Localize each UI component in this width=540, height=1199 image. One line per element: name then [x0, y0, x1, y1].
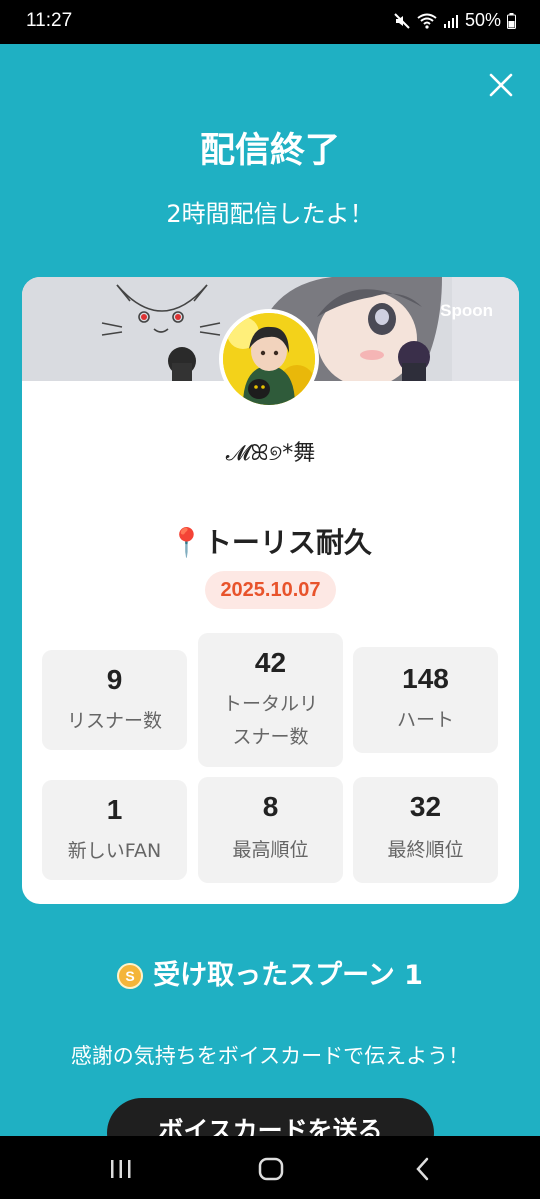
wifi-icon: [417, 13, 437, 29]
stat-value: 8: [262, 791, 279, 822]
stat-listeners: 9 リスナー数: [42, 650, 187, 750]
stat-total-listeners: 42 トータルリ スナー数: [198, 633, 343, 767]
stat-value: 1: [106, 794, 123, 825]
stat-label-line2: スナー数: [232, 726, 309, 748]
streamer-nickname: 𝓜ꕤ୭*舞: [225, 441, 316, 466]
avatar-illustration: [223, 313, 315, 405]
spoon-logo: Spoon: [440, 301, 493, 320]
page-title: 配信終了: [199, 131, 340, 171]
stat-highest-rank: 8 最高順位: [198, 777, 343, 883]
stream-title: 📍トーリス耐久: [169, 526, 372, 559]
back-icon[interactable]: [408, 1156, 438, 1182]
stat-value: 42: [254, 647, 287, 678]
stat-value: 9: [106, 664, 123, 695]
battery-percent: 50%: [464, 10, 501, 30]
received-spoons: S 受け取ったスプーン 1: [0, 953, 540, 992]
date-badge: 2025.10.07: [205, 571, 336, 609]
status-time: 11:27: [26, 10, 73, 31]
mute-icon: [394, 12, 410, 29]
avatar[interactable]: [219, 309, 319, 409]
stat-value: 32: [409, 791, 442, 822]
stat-value: 148: [402, 663, 449, 694]
stat-label: ハート: [396, 709, 454, 731]
stat-label: 新しいFAN: [67, 840, 162, 862]
recent-apps-icon[interactable]: [106, 1156, 136, 1182]
battery-icon: [507, 12, 516, 29]
close-icon[interactable]: [488, 72, 514, 98]
navigation-bar: [0, 1136, 540, 1199]
received-spoons-label: 受け取ったスプーン 1: [153, 960, 423, 991]
stat-label: 最高順位: [232, 839, 309, 861]
status-bar: 11:27 50%: [0, 0, 540, 44]
stat-label-line1: トータルリ: [222, 693, 318, 715]
thanks-message: 感謝の気持ちをボイスカードで伝えよう！: [70, 1044, 470, 1068]
stat-hearts: 148 ハート: [353, 647, 498, 753]
summary-card: Spoon 𝓜ꕤ୭*舞 📍トーリス耐久 2025.10.07 9 リスナー数 4…: [22, 277, 519, 904]
stat-label: リスナー数: [66, 710, 162, 732]
page-subtitle: 2時間配信したよ！: [166, 200, 374, 228]
stat-final-rank: 32 最終順位: [353, 777, 498, 883]
stat-new-fans: 1 新しいFAN: [42, 780, 187, 880]
home-icon[interactable]: [256, 1156, 286, 1182]
stat-label: 最終順位: [387, 839, 464, 861]
status-icons: 50%: [393, 10, 516, 31]
signal-icon: [443, 14, 458, 28]
spoon-coin-icon: S: [117, 963, 144, 989]
